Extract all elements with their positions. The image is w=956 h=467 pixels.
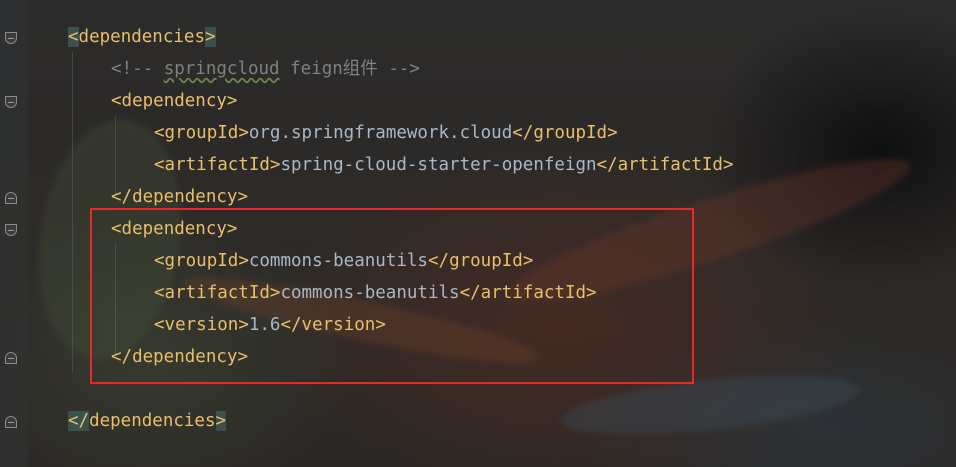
fold-open-icon[interactable] xyxy=(5,32,17,44)
tag-bracket: </ xyxy=(68,411,90,431)
tag-bracket: > xyxy=(226,91,238,111)
tag-bracket: > xyxy=(269,155,281,175)
code-line[interactable]: </dependencies> xyxy=(68,405,227,437)
tag-name: artifactId xyxy=(164,155,270,175)
tag-bracket: > xyxy=(238,123,249,143)
tag-name: dependencies xyxy=(89,411,216,431)
indent-guide xyxy=(72,52,73,372)
tag-bracket: </ xyxy=(512,123,534,143)
tag-name: artifactId xyxy=(617,155,723,175)
tag-bracket: > xyxy=(607,123,618,143)
tag-bracket: </ xyxy=(111,187,133,207)
fold-close-icon[interactable] xyxy=(5,192,17,204)
tag-name: dependencies xyxy=(78,27,205,47)
code-line[interactable]: <!-- springcloud feign组件 --> xyxy=(111,53,420,85)
tag-name: dependency xyxy=(121,91,227,111)
annotation-highlight-box xyxy=(90,208,694,384)
fold-open-icon[interactable] xyxy=(5,96,17,108)
code-line[interactable]: <groupId>org.springframework.cloud</grou… xyxy=(154,117,618,149)
tag-bracket: > xyxy=(215,411,227,431)
editor-top-edge xyxy=(0,0,956,6)
tag-bracket: </ xyxy=(596,155,618,175)
code-line[interactable]: <dependencies> xyxy=(68,21,216,53)
tag-bracket: > xyxy=(722,155,734,175)
tag-name: dependency xyxy=(132,187,238,207)
tag-bracket: > xyxy=(237,187,248,207)
tag-name: groupId xyxy=(164,123,239,143)
xml-comment: <!-- springcloud feign组件 --> xyxy=(111,59,420,79)
tag-bracket: < xyxy=(154,123,165,143)
fold-open-icon[interactable] xyxy=(5,224,17,236)
tag-bracket: < xyxy=(68,27,79,47)
tag-value: spring-cloud-starter-openfeign xyxy=(280,155,597,175)
tag-name: groupId xyxy=(533,123,608,143)
tag-bracket: < xyxy=(154,155,165,175)
code-line[interactable]: <dependency> xyxy=(111,85,237,117)
tag-value: org.springframework.cloud xyxy=(248,123,513,143)
fold-close-icon[interactable] xyxy=(5,352,17,364)
tag-bracket: > xyxy=(204,27,216,47)
tag-bracket: < xyxy=(111,91,122,111)
fold-close-icon[interactable] xyxy=(5,416,17,428)
code-line[interactable]: <artifactId>spring-cloud-starter-openfei… xyxy=(154,149,734,181)
